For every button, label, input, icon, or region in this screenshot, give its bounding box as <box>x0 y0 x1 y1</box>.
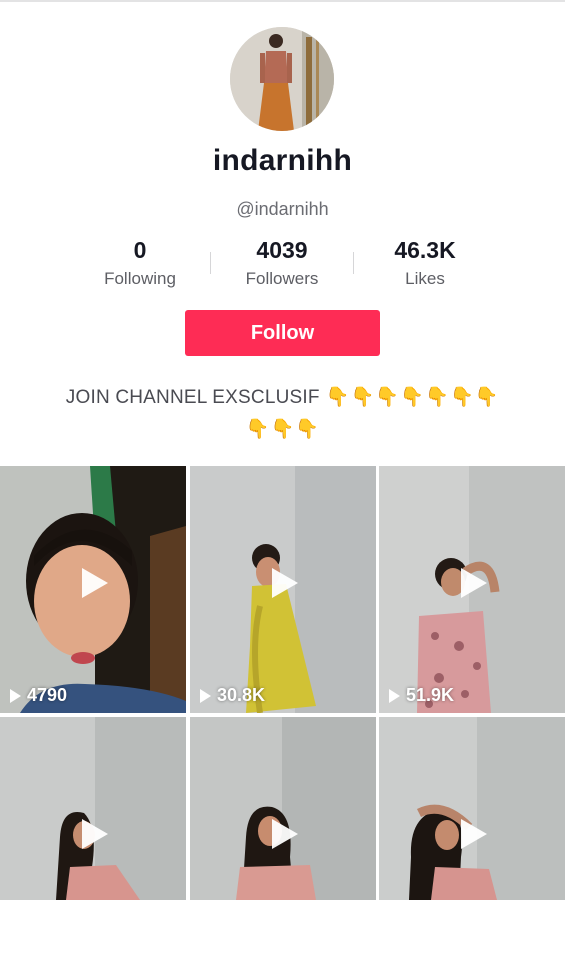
video-tile[interactable]: 30.8K <box>190 466 376 713</box>
profile-avatar[interactable] <box>230 27 334 131</box>
pointing-down-emoji-row: 👇👇👇 <box>245 419 320 440</box>
stat-following[interactable]: 0 Following <box>70 236 210 289</box>
play-count-icon <box>10 688 21 703</box>
pointing-down-emoji: 👇 <box>295 419 320 440</box>
video-thumbnail <box>379 717 565 900</box>
followers-count: 4039 <box>256 237 308 263</box>
view-count: 51.9K <box>389 685 454 706</box>
play-icon <box>461 567 487 598</box>
likes-label: Likes <box>405 269 445 288</box>
play-icon <box>82 818 108 849</box>
stats-divider <box>353 252 354 274</box>
avatar-photo <box>230 27 334 131</box>
pointing-down-emoji: 👇 <box>350 387 375 408</box>
profile-bio: JOIN CHANNEL EXSCLUSIF 👇👇👇👇👇👇👇 👇👇👇 <box>40 382 525 446</box>
bio-text: JOIN CHANNEL EXSCLUSIF <box>65 387 320 408</box>
play-icon <box>461 818 487 849</box>
view-count: 30.8K <box>200 685 265 706</box>
following-label: Following <box>104 269 176 288</box>
stat-likes: 46.3K Likes <box>355 236 495 289</box>
play-count-icon <box>389 688 400 703</box>
pointing-down-emoji: 👇 <box>400 387 425 408</box>
pointing-down-emoji-row: 👇👇👇👇👇👇👇 <box>325 387 499 408</box>
video-tile[interactable]: 4790 <box>0 466 186 713</box>
video-tile[interactable]: 51.9K <box>379 466 565 713</box>
stats-divider <box>210 252 211 274</box>
display-name: indarnihh <box>212 144 353 177</box>
followers-label: Followers <box>245 269 319 288</box>
pointing-down-emoji: 👇 <box>325 387 350 408</box>
following-count: 0 <box>133 237 147 263</box>
pointing-down-emoji: 👇 <box>375 387 400 408</box>
video-tile[interactable] <box>379 717 565 964</box>
play-count-icon <box>200 688 211 703</box>
view-count: 4790 <box>10 685 67 706</box>
top-divider <box>0 0 565 2</box>
pointing-down-emoji: 👇 <box>270 419 295 440</box>
pointing-down-emoji: 👇 <box>474 387 499 408</box>
view-count-text: 30.8K <box>217 685 266 705</box>
video-tile[interactable] <box>190 717 376 964</box>
pointing-down-emoji: 👇 <box>245 419 270 440</box>
video-thumbnail <box>190 717 376 900</box>
profile-stats: 0 Following 4039 Followers 46.3K Likes <box>0 236 565 296</box>
video-tile[interactable] <box>0 717 186 964</box>
view-count-text: 51.9K <box>406 685 455 705</box>
likes-count: 46.3K <box>394 237 456 263</box>
follow-button[interactable]: Follow <box>185 310 380 356</box>
video-thumbnail <box>0 717 186 900</box>
stat-followers[interactable]: 4039 Followers <box>212 236 352 289</box>
pointing-down-emoji: 👇 <box>425 387 449 408</box>
username-handle: @indarnihh <box>236 199 329 219</box>
play-icon <box>82 567 108 598</box>
play-icon <box>272 818 298 849</box>
pointing-down-emoji: 👇 <box>449 387 474 408</box>
view-count-text: 4790 <box>27 685 68 705</box>
play-icon <box>272 567 298 598</box>
